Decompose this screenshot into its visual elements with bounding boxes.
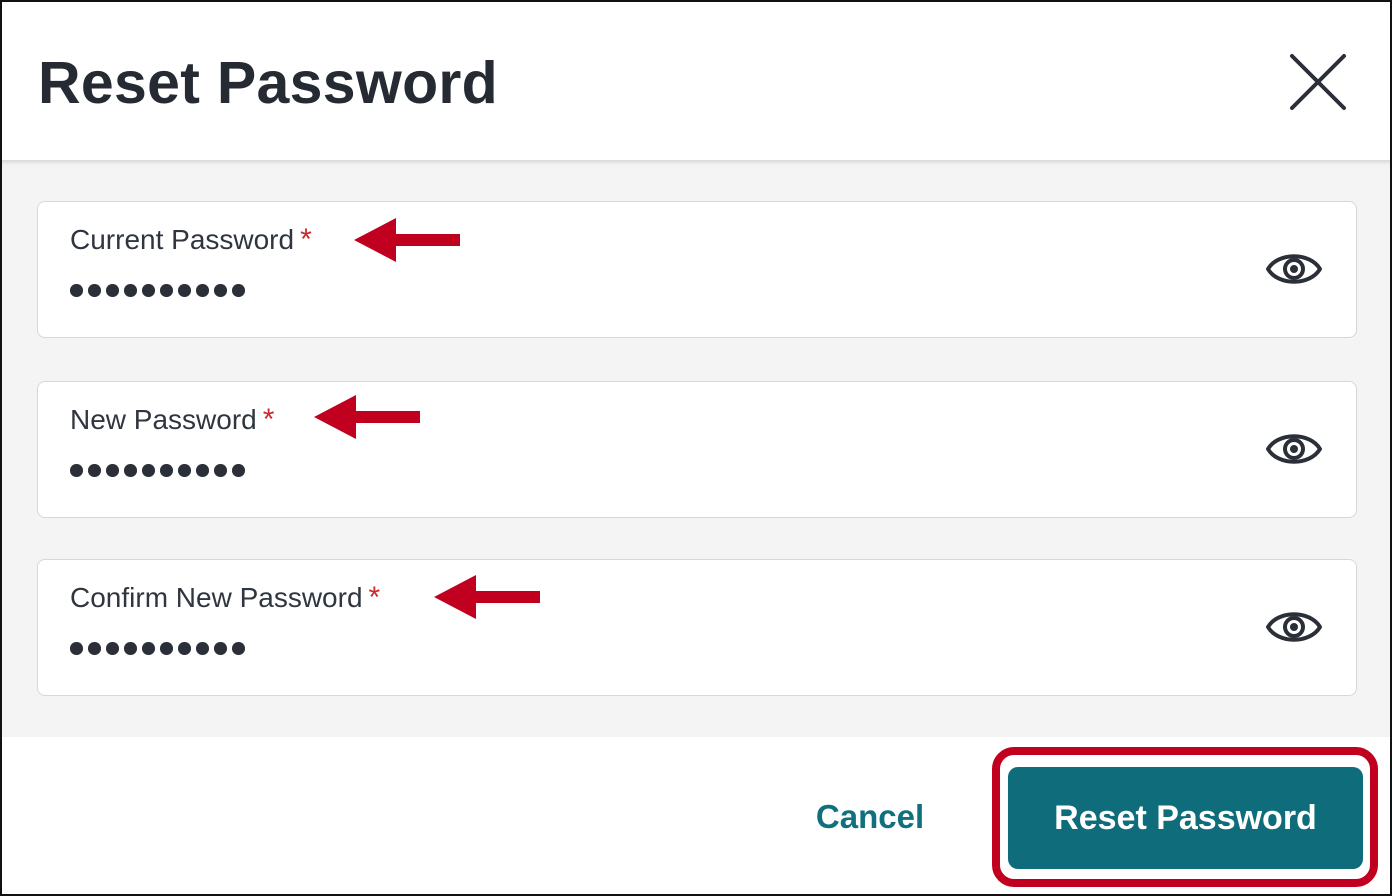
- show-password-toggle[interactable]: [1264, 426, 1324, 472]
- close-button[interactable]: [1286, 50, 1350, 114]
- masked-password-value: [70, 642, 245, 655]
- show-password-toggle[interactable]: [1264, 246, 1324, 292]
- annotation-arrow-icon: [354, 218, 460, 262]
- dialog-footer: Cancel Reset Password: [2, 737, 1390, 894]
- show-password-toggle[interactable]: [1264, 604, 1324, 650]
- reset-password-button[interactable]: Reset Password: [1008, 767, 1363, 869]
- eye-icon: [1266, 254, 1322, 284]
- new-password-field[interactable]: New Password *: [37, 381, 1357, 518]
- confirm-new-password-label: Confirm New Password *: [70, 582, 380, 614]
- current-password-field[interactable]: Current Password *: [37, 201, 1357, 338]
- annotation-arrow-icon: [314, 395, 420, 439]
- masked-password-value: [70, 284, 245, 297]
- required-marker: *: [300, 223, 312, 256]
- dialog-title: Reset Password: [38, 50, 499, 116]
- eye-icon: [1266, 612, 1322, 642]
- field-label-text: Confirm New Password: [70, 582, 363, 613]
- cancel-button[interactable]: Cancel: [802, 787, 938, 847]
- reset-password-dialog: Reset Password Current Password * New Pa…: [0, 0, 1392, 896]
- annotation-arrow-icon: [434, 575, 540, 619]
- eye-icon: [1266, 434, 1322, 464]
- field-label-text: Current Password: [70, 224, 295, 255]
- required-marker: *: [368, 581, 381, 614]
- masked-password-value: [70, 464, 245, 477]
- required-marker: *: [262, 403, 275, 436]
- field-label-text: New Password: [70, 404, 257, 435]
- close-icon: [1290, 54, 1346, 110]
- confirm-new-password-field[interactable]: Confirm New Password *: [37, 559, 1357, 696]
- new-password-label: New Password *: [70, 404, 274, 436]
- current-password-label: Current Password *: [70, 224, 312, 256]
- dialog-header: Reset Password: [2, 2, 1390, 160]
- dialog-body: Current Password * New Password * Confir…: [2, 160, 1390, 737]
